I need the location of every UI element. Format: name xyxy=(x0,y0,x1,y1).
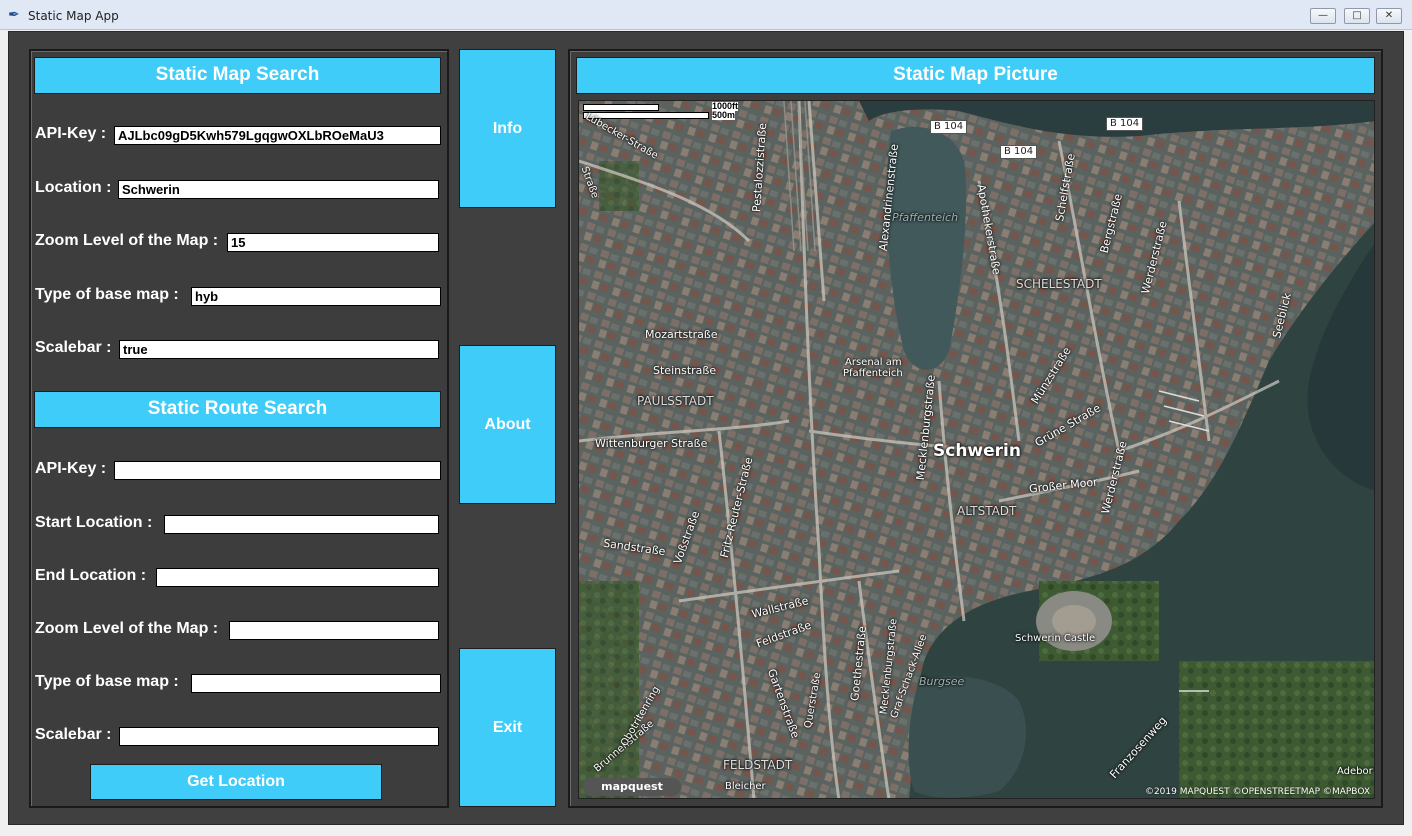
map-basemap-input[interactable] xyxy=(191,287,441,306)
map-location-input[interactable] xyxy=(118,180,439,199)
map-api-key-input[interactable] xyxy=(114,126,441,145)
mapquest-logo: mapquest xyxy=(583,778,681,796)
map-basemap-label: Type of base map : xyxy=(35,286,179,303)
close-button[interactable]: ✕ xyxy=(1376,8,1402,24)
map-label-arsenal-pfaffenteich: Pfaffenteich xyxy=(843,368,903,379)
route-search-header: Static Route Search xyxy=(34,391,441,428)
route-basemap-input[interactable] xyxy=(191,674,441,693)
route-end-label: End Location : xyxy=(35,567,147,584)
scalebar-ft-bar xyxy=(583,104,659,111)
get-location-button[interactable]: Get Location xyxy=(90,764,382,800)
about-button[interactable]: About xyxy=(459,345,556,504)
route-scalebar-label: Scalebar : xyxy=(35,726,112,743)
map-scalebar-row: Scalebar : xyxy=(35,338,445,362)
route-api-key-input[interactable] xyxy=(114,461,441,480)
map-label-burgsee: Burgsee xyxy=(919,675,965,688)
route-zoom-row: Zoom Level of the Map : xyxy=(35,619,445,643)
map-api-key-row: API-Key : xyxy=(35,124,445,148)
map-label-adebor: Adebor xyxy=(1337,766,1373,777)
route-end-row: End Location : xyxy=(35,566,445,590)
map-location-row: Location : xyxy=(35,178,445,202)
map-label-pfaffenteich: Pfaffenteich xyxy=(892,211,959,224)
road-sign-b104: B 104 xyxy=(1106,117,1144,131)
map-basemap-row: Type of base map : xyxy=(35,285,445,309)
static-map-image: 1000ft 500m B 104 B 104 B 104 Schwerin P… xyxy=(578,100,1375,799)
map-label-steinstrasse: Steinstraße xyxy=(653,364,717,377)
map-label-schwerin-castle: Schwerin Castle xyxy=(1015,633,1096,644)
map-label-schelestadt: SCHELESTADT xyxy=(1016,277,1102,291)
map-zoom-row: Zoom Level of the Map : xyxy=(35,231,445,255)
map-location-label: Location : xyxy=(35,179,112,196)
map-label-feldstadt: FELDSTADT xyxy=(723,758,793,772)
map-label-wittenburger-strasse: Wittenburger Straße xyxy=(595,437,708,450)
road-sign-b104: B 104 xyxy=(1000,145,1038,159)
map-label-altstadt: ALTSTADT xyxy=(957,504,1017,518)
map-picture-header: Static Map Picture xyxy=(576,57,1375,94)
route-scalebar-row: Scalebar : xyxy=(35,725,445,749)
minimize-button[interactable]: — xyxy=(1310,8,1336,24)
maximize-button[interactable]: □ xyxy=(1344,8,1370,24)
map-scalebar-input[interactable] xyxy=(119,340,439,359)
route-zoom-label: Zoom Level of the Map : xyxy=(35,620,219,637)
route-zoom-input[interactable] xyxy=(229,621,439,640)
exit-button[interactable]: Exit xyxy=(459,648,556,807)
map-zoom-label: Zoom Level of the Map : xyxy=(35,232,219,249)
feather-app-icon: ✒ xyxy=(8,7,20,23)
map-label-mozartstrasse: Mozartstraße xyxy=(645,328,718,341)
info-button[interactable]: Info xyxy=(459,49,556,208)
window-title: Static Map App xyxy=(28,9,119,23)
title-bar: ✒ Static Map App — □ ✕ xyxy=(0,0,1412,30)
route-start-label: Start Location : xyxy=(35,514,153,531)
map-api-key-label: API-Key : xyxy=(35,125,107,142)
map-label-arsenal: Arsenal am xyxy=(845,357,902,368)
map-label-paulsstadt: PAULSSTADT xyxy=(637,394,714,408)
route-basemap-row: Type of base map : xyxy=(35,672,445,696)
route-scalebar-input[interactable] xyxy=(119,727,439,746)
route-end-input[interactable] xyxy=(156,568,439,587)
map-scalebar-label: Scalebar : xyxy=(35,339,112,356)
map-label-schwerin: Schwerin xyxy=(933,441,1021,461)
map-attribution: ©2019 MAPQUEST ©OPENSTREETMAP ©MAPBOX xyxy=(1144,787,1370,797)
scalebar-m-label: 500m xyxy=(712,110,736,120)
route-start-row: Start Location : xyxy=(35,513,445,537)
map-search-header: Static Map Search xyxy=(34,57,441,94)
map-label-bleicher: Bleicher xyxy=(725,781,766,792)
route-basemap-label: Type of base map : xyxy=(35,673,179,690)
route-start-input[interactable] xyxy=(164,515,439,534)
route-api-key-row: API-Key : xyxy=(35,459,445,483)
road-sign-b104: B 104 xyxy=(930,120,968,134)
map-panel: Static Map Picture 1000ft 500m B 104 B 1… xyxy=(568,49,1383,808)
map-zoom-input[interactable] xyxy=(227,233,439,252)
app-body: Static Map Search API-Key : Location : Z… xyxy=(8,31,1404,825)
route-api-key-label: API-Key : xyxy=(35,460,107,477)
search-panel: Static Map Search API-Key : Location : Z… xyxy=(29,49,449,808)
